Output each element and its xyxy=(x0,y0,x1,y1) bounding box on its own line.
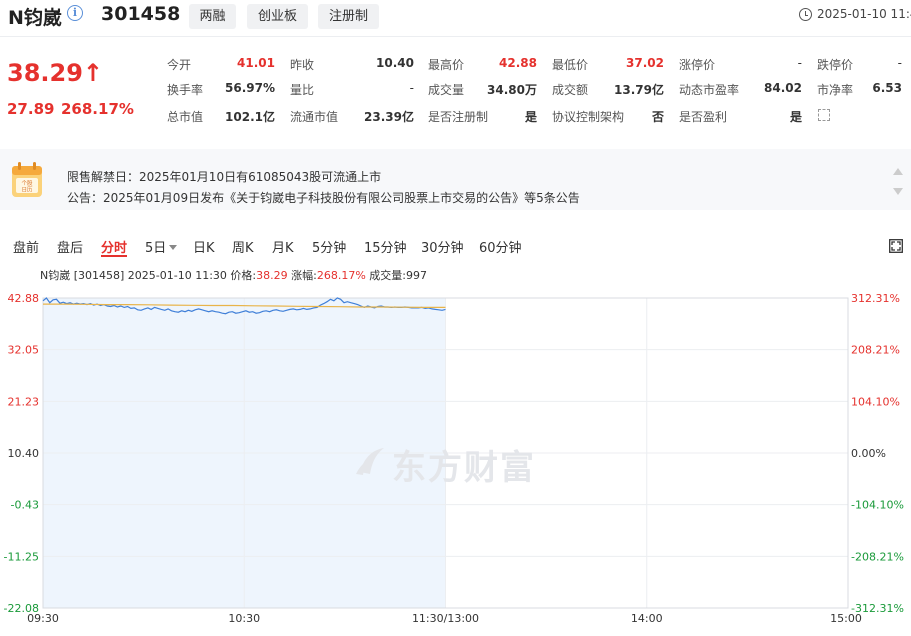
tab-60min[interactable]: 60分钟 xyxy=(479,237,522,256)
quote-label: 是否盈利 xyxy=(679,110,728,124)
quote-value: 42.88 xyxy=(499,56,537,70)
quote-label: 成交额 xyxy=(552,83,589,97)
price-change-pct: 268.17% xyxy=(61,100,134,118)
y-tick-label-left: -11.25 xyxy=(4,550,39,563)
tab-intraday[interactable]: 分时 xyxy=(101,237,127,256)
tab-afterhours[interactable]: 盘后 xyxy=(57,237,83,256)
y-tick-label-left: 42.88 xyxy=(8,292,40,305)
quote-value: - xyxy=(897,56,902,70)
tab-15min[interactable]: 15分钟 xyxy=(364,237,407,256)
quote-label: 成交量 xyxy=(428,83,465,97)
svg-text:个股: 个股 xyxy=(21,180,33,187)
quote-label: 市净率 xyxy=(817,83,854,97)
x-tick-label: 10:30 xyxy=(228,612,260,625)
y-tick-label-right: 208.21% xyxy=(851,344,900,357)
y-tick-label-right: 312.31% xyxy=(851,292,900,305)
y-tick-label-right: 104.10% xyxy=(851,395,900,408)
quote-value: 否 xyxy=(651,110,664,124)
unlock-notice[interactable]: 限售解禁日：2025年01月10日有61085043股可流通上市 xyxy=(67,168,381,185)
quote-value: 34.80万 xyxy=(487,83,537,97)
eastmoney-logo-icon xyxy=(356,448,384,475)
quote-value: 37.02 xyxy=(626,56,664,70)
quote-label: 流通市值 xyxy=(290,110,339,124)
quote-value: 102.1亿 xyxy=(225,110,275,124)
x-tick-label: 15:00 xyxy=(830,612,862,625)
chart-legend: N钧崴 [301458] 2025-01-10 11:30 价格:38.29 涨… xyxy=(40,269,427,282)
x-tick-label: 11:30/13:00 xyxy=(412,612,479,625)
quote-label: 今开 xyxy=(167,58,192,72)
active-tab-indicator xyxy=(101,255,127,257)
quote-timestamp: 2025-01-10 11:4 xyxy=(817,7,911,21)
quote-label: 是否注册制 xyxy=(428,110,489,124)
quote-label: 量比 xyxy=(290,83,315,97)
quote-label: 涨停价 xyxy=(679,58,716,72)
quote-value: 13.79亿 xyxy=(614,83,664,97)
quote-value: 10.40 xyxy=(376,56,414,70)
scroll-up-icon[interactable] xyxy=(893,168,903,175)
y-tick-label-left: -0.43 xyxy=(11,499,39,512)
y-tick-label-left: 10.40 xyxy=(8,447,40,460)
quote-value: 是 xyxy=(524,110,537,124)
quote-label: 最低价 xyxy=(552,58,589,72)
stock-name: N钧崴 xyxy=(8,7,62,29)
tab-monthly[interactable]: 月K xyxy=(272,237,294,256)
clock-icon xyxy=(799,8,812,21)
quote-label: 协议控制架构 xyxy=(552,110,625,124)
grid-icon[interactable] xyxy=(818,109,830,121)
quote-value: 56.97% xyxy=(225,81,275,95)
quote-value: - xyxy=(409,81,414,95)
chevron-down-icon xyxy=(169,245,178,250)
svg-text:日历: 日历 xyxy=(21,187,33,194)
stock-code: 301458 xyxy=(101,3,181,25)
y-tick-label-left: 32.05 xyxy=(8,344,40,357)
quote-label: 总市值 xyxy=(167,110,204,124)
quote-label: 昨收 xyxy=(290,58,315,72)
tag-registration[interactable]: 注册制 xyxy=(318,4,379,29)
y-tick-label-right: -104.10% xyxy=(851,499,904,512)
watermark: 东方财富 xyxy=(392,448,536,488)
calendar-icon[interactable]: 个股 日历 xyxy=(9,160,45,200)
last-price: 38.29↑ xyxy=(7,59,104,87)
fullscreen-icon[interactable] xyxy=(889,239,903,253)
quote-value: 84.02 xyxy=(764,81,802,95)
tab-daily[interactable]: 日K xyxy=(193,237,215,256)
quote-value: 是 xyxy=(789,110,802,124)
announcement-notice[interactable]: 公告：2025年01月09日发布《关于钧崴电子科技股份有限公司股票上市交易的公告… xyxy=(67,189,580,206)
header-divider xyxy=(0,36,911,37)
price-change: 27.89 xyxy=(7,100,55,118)
tab-weekly[interactable]: 周K xyxy=(232,237,254,256)
quote-value: 41.01 xyxy=(237,56,275,70)
up-arrow-icon: ↑ xyxy=(82,59,104,87)
quote-value: 6.53 xyxy=(872,81,902,95)
quote-value: 23.39亿 xyxy=(364,110,414,124)
quote-label: 最高价 xyxy=(428,58,465,72)
tag-chinext[interactable]: 创业板 xyxy=(247,4,308,29)
tab-5day[interactable]: 5日 xyxy=(145,237,178,256)
scroll-down-icon[interactable] xyxy=(893,188,903,195)
tab-premarket[interactable]: 盘前 xyxy=(13,237,39,256)
y-tick-label-right: -208.21% xyxy=(851,550,904,563)
x-tick-label: 09:30 xyxy=(27,612,59,625)
y-tick-label-right: 0.00% xyxy=(851,447,886,460)
tag-margin-trading[interactable]: 两融 xyxy=(189,4,236,29)
info-icon[interactable]: i xyxy=(67,5,83,21)
quote-label: 跌停价 xyxy=(817,58,854,72)
tab-5min[interactable]: 5分钟 xyxy=(312,237,346,256)
quote-label: 动态市盈率 xyxy=(679,83,740,97)
quote-label: 换手率 xyxy=(167,83,204,97)
x-tick-label: 14:00 xyxy=(631,612,663,625)
quote-value: - xyxy=(797,56,802,70)
tab-30min[interactable]: 30分钟 xyxy=(421,237,464,256)
y-tick-label-left: 21.23 xyxy=(8,395,40,408)
